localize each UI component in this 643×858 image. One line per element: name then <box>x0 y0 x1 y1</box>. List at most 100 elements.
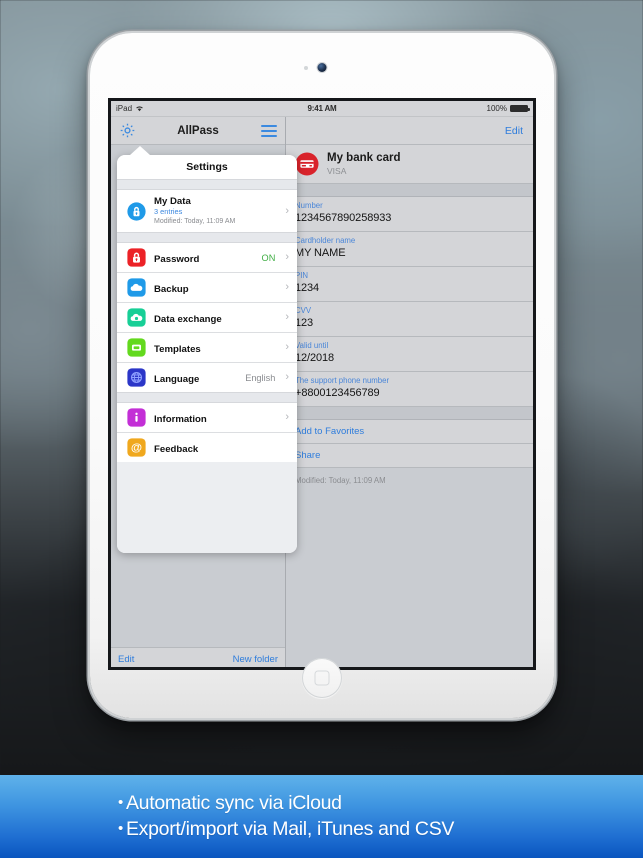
entry-header: My bank card VISA <box>286 145 533 185</box>
settings-row-value: ON <box>261 252 276 263</box>
settings-row-content: Information <box>154 409 267 427</box>
cloud-green-icon <box>127 308 146 327</box>
field-label: PIN <box>295 271 308 281</box>
chevron-right-icon: › <box>285 311 289 324</box>
popover-title: Settings <box>117 155 297 179</box>
status-bar-time: 9:41 AM <box>307 104 337 113</box>
detail-pane: Edit My bank card VISA Number 1234567890… <box>286 117 533 667</box>
chevron-right-icon: › <box>285 411 289 424</box>
caption-text-1: Automatic sync via iCloud <box>125 791 342 814</box>
ambient-light-sensor <box>304 66 308 70</box>
edit-button[interactable]: Edit <box>118 654 134 665</box>
settings-row-title: Password <box>154 253 200 265</box>
field-value: 1234567890258933 <box>295 212 392 225</box>
front-camera <box>317 63 327 72</box>
settings-row-feedback[interactable]: @ Feedback <box>117 433 297 463</box>
gear-icon[interactable] <box>119 122 136 139</box>
settings-row-templates[interactable]: Templates › <box>117 333 297 364</box>
field-value: +8800123456789 <box>295 387 380 400</box>
field-number[interactable]: Number 1234567890258933 <box>286 197 533 233</box>
field-label: Valid until <box>295 341 329 351</box>
settings-group-info: Information › @ Feedback <box>117 403 297 463</box>
chevron-right-icon: › <box>285 341 289 354</box>
master-toolbar: Edit New folder <box>111 647 285 667</box>
cloud-blue-icon <box>127 278 146 297</box>
lock-red-icon <box>127 248 146 267</box>
at-orange-icon: @ <box>127 438 146 457</box>
master-pane: AllPass Edit New folder Settings My Data… <box>111 117 297 667</box>
popover-empty-area <box>117 462 297 553</box>
ipad-device-frame: iPad 9:41 AM 100% AllPass Edit New folde… <box>87 30 557 721</box>
lock-circle-blue-icon <box>127 201 146 221</box>
settings-group-main: Password ON › Backup › Data exchange › T… <box>117 243 297 393</box>
add-to-favorites-button[interactable]: Add to Favorites <box>286 420 533 445</box>
bank-card-red-icon <box>295 152 319 176</box>
settings-row-title: Information <box>154 413 207 425</box>
share-button[interactable]: Share <box>286 444 533 469</box>
entry-subtitle: VISA <box>327 166 347 177</box>
field-valid-until[interactable]: Valid until 12/2018 <box>286 337 533 373</box>
settings-row-password[interactable]: Password ON › <box>117 243 297 274</box>
caption-line-2: • Export/import via Mail, iTunes and CSV <box>118 817 643 843</box>
settings-row-backup[interactable]: Backup › <box>117 273 297 304</box>
home-button[interactable] <box>302 658 342 698</box>
promo-caption-banner: • Automatic sync via iCloud • Export/impor… <box>0 775 643 858</box>
chevron-right-icon: › <box>285 281 289 294</box>
modified-timestamp: Modified: Today, 11:09 AM <box>286 468 533 494</box>
popover-arrow <box>130 146 150 155</box>
settings-row-title: Backup <box>154 283 189 295</box>
split-view: AllPass Edit New folder Settings My Data… <box>111 117 533 667</box>
settings-row-title: Data exchange <box>154 313 222 325</box>
settings-row-information[interactable]: Information › <box>117 403 297 434</box>
status-bar-right: 100% <box>486 104 530 113</box>
field-value: 123 <box>295 317 314 330</box>
detail-edit-button[interactable]: Edit <box>505 125 523 137</box>
svg-text:@: @ <box>131 442 142 454</box>
settings-popover: Settings My Data 3 entries Modified: Tod… <box>117 146 297 553</box>
settings-row-language[interactable]: Language English › <box>117 363 297 393</box>
settings-row-title: Language <box>154 373 200 385</box>
battery-full-icon <box>510 104 530 113</box>
battery-percent-label: 100% <box>486 104 507 113</box>
master-navigation-bar: AllPass <box>111 117 285 145</box>
popover-section-gap <box>117 179 297 190</box>
settings-group-mydata: My Data 3 entries Modified: Today, 11:09… <box>117 190 297 233</box>
detail-section-gap <box>286 184 533 198</box>
bullet-glyph: • <box>118 793 123 811</box>
settings-row-title: Feedback <box>154 443 199 455</box>
settings-row-data-exchange[interactable]: Data exchange › <box>117 303 297 334</box>
settings-row-content: Data exchange <box>154 309 267 327</box>
field-label: CVV <box>295 306 312 316</box>
hamburger-menu-icon[interactable] <box>261 124 277 137</box>
entry-title: My bank card <box>327 152 401 164</box>
field-value: 1234 <box>295 282 320 295</box>
popover-section-gap-2 <box>117 232 297 244</box>
field-pin[interactable]: PIN 1234 <box>286 267 533 303</box>
bullet-glyph: • <box>118 819 123 837</box>
field-label: Number <box>295 201 323 211</box>
template-green-icon <box>127 338 146 357</box>
settings-row-entries: 3 entries <box>154 207 183 216</box>
field-value: 12/2018 <box>295 352 335 365</box>
new-folder-button[interactable]: New folder <box>233 654 278 665</box>
settings-row-content: Language <box>154 369 237 387</box>
ipad-screen: iPad 9:41 AM 100% AllPass Edit New folde… <box>108 98 536 670</box>
popover-section-gap-3 <box>117 392 297 404</box>
settings-row-value: English <box>245 372 276 383</box>
settings-row-my-data[interactable]: My Data 3 entries Modified: Today, 11:09… <box>117 190 297 233</box>
field-cvv[interactable]: CVV 123 <box>286 302 533 338</box>
field-cardholder-name[interactable]: Cardholder name MY NAME <box>286 232 533 268</box>
entry-header-text: My bank card VISA <box>327 152 401 176</box>
detail-section-gap-2 <box>286 407 533 421</box>
detail-navigation-bar: Edit <box>286 117 533 145</box>
caption-line-1: • Automatic sync via iCloud <box>118 791 643 817</box>
settings-row-title: Templates <box>154 343 201 355</box>
detail-content: My bank card VISA Number 123456789025893… <box>286 145 533 667</box>
info-purple-icon <box>127 408 146 427</box>
field-value: MY NAME <box>295 247 346 260</box>
field-support-phone[interactable]: The support phone number +8800123456789 <box>286 372 533 408</box>
settings-row-content: Feedback <box>154 439 281 457</box>
app-title: AllPass <box>177 124 219 137</box>
status-bar: iPad 9:41 AM 100% <box>111 101 533 117</box>
field-label: Cardholder name <box>295 236 356 246</box>
